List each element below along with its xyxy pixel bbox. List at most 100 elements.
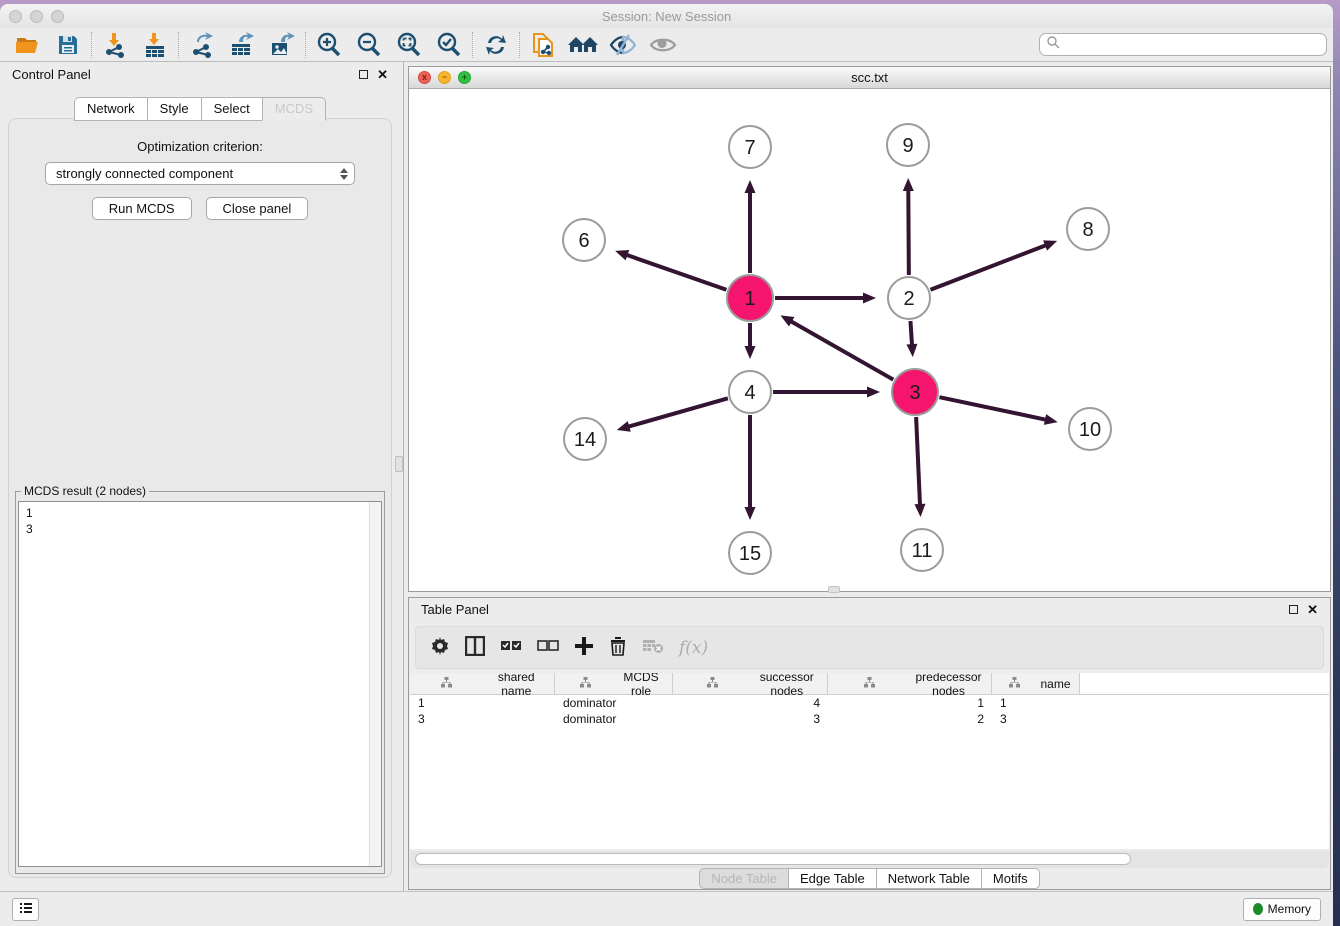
list-icon bbox=[19, 901, 33, 918]
tab-mcds[interactable]: MCDS bbox=[262, 97, 326, 121]
mcds-result-list[interactable]: 13 bbox=[18, 501, 382, 867]
clone-network-button[interactable] bbox=[523, 30, 563, 60]
open-session-button[interactable] bbox=[8, 30, 48, 60]
show-panels-button[interactable] bbox=[12, 898, 39, 921]
column-header-name[interactable]: name bbox=[992, 673, 1080, 694]
run-mcds-button[interactable]: Run MCDS bbox=[92, 197, 192, 220]
graph-node-label: 7 bbox=[744, 137, 755, 159]
first-neighbors-button[interactable] bbox=[563, 30, 603, 60]
graph-edge-2-9[interactable] bbox=[908, 189, 909, 275]
hide-selected-button[interactable] bbox=[603, 30, 643, 60]
tab-network-table[interactable]: Network Table bbox=[876, 868, 981, 889]
table-cell[interactable]: dominator bbox=[555, 695, 673, 711]
import-table-button[interactable] bbox=[135, 30, 175, 60]
graph-node-label: 4 bbox=[744, 382, 755, 404]
zoom-in-icon bbox=[316, 32, 342, 58]
column-header-predecessor-nodes[interactable]: predecessor nodes bbox=[828, 673, 992, 694]
search-input[interactable] bbox=[1060, 34, 1326, 55]
column-header-successor-nodes[interactable]: successor nodes bbox=[673, 673, 828, 694]
select-all-button[interactable] bbox=[500, 639, 522, 656]
table-cell[interactable]: 4 bbox=[673, 695, 828, 711]
table-cell[interactable]: 3 bbox=[673, 711, 828, 727]
graph-edge-2-3[interactable] bbox=[910, 321, 912, 346]
tab-motifs[interactable]: Motifs bbox=[981, 868, 1040, 889]
checked-boxes-icon bbox=[500, 639, 522, 656]
close-panel-icon[interactable]: ✕ bbox=[1307, 603, 1318, 616]
clone-network-icon bbox=[530, 31, 556, 59]
tree-icon bbox=[833, 677, 912, 691]
graph-edge-4-14[interactable] bbox=[627, 398, 728, 427]
delete-columns-button[interactable] bbox=[609, 636, 627, 659]
float-panel-icon[interactable] bbox=[1289, 605, 1298, 614]
import-network-icon bbox=[102, 32, 128, 58]
show-all-button[interactable] bbox=[643, 30, 683, 60]
memory-button[interactable]: Memory bbox=[1243, 898, 1321, 921]
zoom-in-button[interactable] bbox=[309, 30, 349, 60]
table-mode-button[interactable] bbox=[430, 636, 450, 659]
trash-icon bbox=[609, 636, 627, 659]
apply-layout-button[interactable] bbox=[476, 30, 516, 60]
vertical-splitter[interactable] bbox=[400, 62, 404, 891]
float-panel-icon[interactable] bbox=[359, 70, 368, 79]
graph-node-label: 1 bbox=[744, 288, 755, 310]
zoom-selected-button[interactable] bbox=[429, 30, 469, 60]
tab-node-table[interactable]: Node Table bbox=[699, 868, 788, 889]
import-network-button[interactable] bbox=[95, 30, 135, 60]
delete-table-button[interactable] bbox=[642, 638, 664, 657]
arrowhead-icon bbox=[1044, 414, 1058, 425]
table-cell[interactable]: 2 bbox=[828, 711, 992, 727]
graph-edge-3-10[interactable] bbox=[939, 397, 1046, 420]
create-column-button[interactable] bbox=[574, 636, 594, 659]
graph-edge-3-11[interactable] bbox=[916, 417, 920, 506]
table-row[interactable]: 1dominator411 bbox=[410, 695, 1329, 711]
graph-edge-2-8[interactable] bbox=[930, 245, 1046, 290]
tab-select[interactable]: Select bbox=[201, 97, 262, 121]
network-canvas[interactable]: 7968124314101511 bbox=[409, 89, 1330, 591]
network-window-titlebar[interactable]: x − + scc.txt bbox=[409, 67, 1330, 89]
graph-edge-3-1[interactable] bbox=[790, 321, 893, 380]
show-columns-button[interactable] bbox=[465, 636, 485, 659]
result-value: 1 bbox=[26, 505, 381, 521]
save-session-button[interactable] bbox=[48, 30, 88, 60]
memory-label: Memory bbox=[1268, 902, 1311, 916]
table-scrollbar-track[interactable] bbox=[410, 851, 1329, 868]
search-box[interactable] bbox=[1039, 33, 1327, 56]
tab-style[interactable]: Style bbox=[147, 97, 201, 121]
criterion-select[interactable]: strongly connected component bbox=[45, 162, 355, 185]
column-header-MCDS-role[interactable]: MCDS role bbox=[555, 673, 673, 694]
gear-icon bbox=[430, 636, 450, 659]
deselect-all-button[interactable] bbox=[537, 639, 559, 656]
arrowhead-icon bbox=[906, 344, 917, 357]
result-value: 3 bbox=[26, 521, 381, 537]
table-cell[interactable]: 1 bbox=[828, 695, 992, 711]
window-titlebar: Session: New Session bbox=[0, 4, 1333, 28]
export-table-button[interactable] bbox=[222, 30, 262, 60]
table-cell[interactable]: 1 bbox=[992, 695, 1080, 711]
tab-network[interactable]: Network bbox=[74, 97, 147, 121]
splitter-handle[interactable] bbox=[828, 586, 840, 593]
table-row[interactable]: 3dominator323 bbox=[410, 711, 1329, 727]
result-scrollbar[interactable] bbox=[369, 502, 381, 866]
graph-edge-1-6[interactable] bbox=[626, 255, 727, 290]
tab-edge-table[interactable]: Edge Table bbox=[788, 868, 876, 889]
table-scrollbar-thumb[interactable] bbox=[415, 853, 1131, 865]
table-panel-titlebar: Table Panel ✕ bbox=[409, 598, 1330, 621]
export-image-button[interactable] bbox=[262, 30, 302, 60]
network-graph[interactable]: 7968124314101511 bbox=[409, 89, 1330, 592]
status-bar: Memory bbox=[0, 891, 1333, 926]
table-cell[interactable]: 3 bbox=[410, 711, 555, 727]
table-cell[interactable]: dominator bbox=[555, 711, 673, 727]
column-header-shared-name[interactable]: shared name bbox=[410, 673, 555, 694]
arrowhead-icon bbox=[914, 504, 925, 517]
table-cell[interactable]: 3 bbox=[992, 711, 1080, 727]
arrowhead-icon bbox=[867, 387, 880, 398]
zoom-fit-button[interactable] bbox=[389, 30, 429, 60]
export-network-button[interactable] bbox=[182, 30, 222, 60]
function-builder-button[interactable]: f(x) bbox=[679, 638, 708, 658]
splitter-handle[interactable] bbox=[395, 456, 403, 472]
close-panel-button[interactable]: Close panel bbox=[206, 197, 309, 220]
table-header-row: shared nameMCDS rolesuccessor nodesprede… bbox=[410, 673, 1329, 695]
close-panel-icon[interactable]: ✕ bbox=[377, 68, 388, 81]
table-cell[interactable]: 1 bbox=[410, 695, 555, 711]
zoom-out-button[interactable] bbox=[349, 30, 389, 60]
